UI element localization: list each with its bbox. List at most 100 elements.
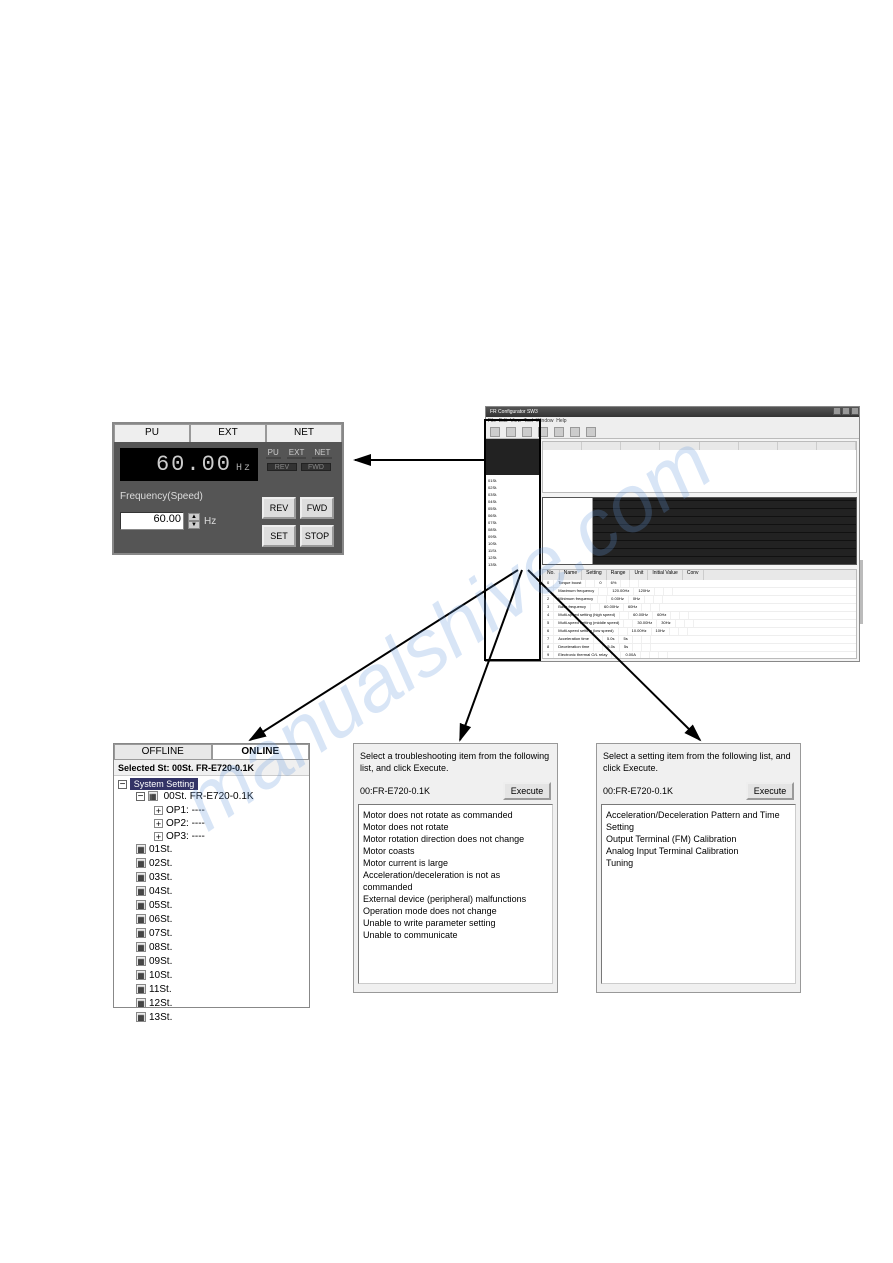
troubleshoot-item[interactable]: Unable to communicate <box>363 929 548 941</box>
selected-station-label: Selected St: 00St. FR-E720-0.1K <box>114 760 309 776</box>
tree-station-item[interactable]: ▦12St. <box>118 997 305 1011</box>
mode-leds: PU EXT NET <box>262 448 336 459</box>
toolbar-icon[interactable] <box>554 427 564 437</box>
station-icon: ▦ <box>136 1012 146 1022</box>
maximize-icon[interactable] <box>842 407 850 415</box>
main-navigation-pane[interactable]: 01St.02St.03St.04St.05St.06St.07St.08St.… <box>486 439 540 661</box>
tab-net[interactable]: NET <box>266 424 342 442</box>
io-monitor-grid[interactable] <box>542 441 857 493</box>
param-row[interactable]: 9Electronic thermal O/L relay0.00A <box>543 652 856 659</box>
tree-station-item[interactable]: ▦01St. <box>118 843 305 857</box>
toolbar-icon[interactable] <box>522 427 532 437</box>
mode-tabs: PU EXT NET <box>114 424 342 442</box>
tree-station-item[interactable]: ▦03St. <box>118 871 305 885</box>
tree-station-item[interactable]: ▦06St. <box>118 913 305 927</box>
parameter-list[interactable]: No.NameSettingRangeUnitInitial ValueConv… <box>542 569 857 659</box>
nav-station-list[interactable]: 01St.02St.03St.04St.05St.06St.07St.08St.… <box>486 475 539 661</box>
wizard-execute-button[interactable]: Execute <box>746 782 794 800</box>
led-fwd: FWD <box>301 463 331 471</box>
tree-station-item[interactable]: ▦02St. <box>118 857 305 871</box>
display-unit: Hz <box>236 463 252 474</box>
wizard-station: 00:FR-E720-0.1K <box>603 786 673 796</box>
window-titlebar: FR Configurator SW3 <box>486 407 859 417</box>
tree-station-item[interactable]: ▦08St. <box>118 941 305 955</box>
expand-icon[interactable]: + <box>154 819 163 828</box>
minimize-icon[interactable] <box>833 407 841 415</box>
troubleshoot-list[interactable]: Motor does not rotate as commandedMotor … <box>358 804 553 984</box>
wizard-item[interactable]: Tuning <box>606 857 791 869</box>
rev-button[interactable]: REV <box>262 497 296 519</box>
tree-option[interactable]: +OP3: ---- <box>118 830 305 843</box>
tree-station-item[interactable]: ▦07St. <box>118 927 305 941</box>
tree-station[interactable]: 00St. FR-E720-0.1K <box>164 791 254 802</box>
set-button[interactable]: SET <box>262 525 296 547</box>
troubleshoot-item[interactable]: Motor does not rotate <box>363 821 548 833</box>
tree-root[interactable]: System Setting <box>130 778 199 790</box>
spin-up-icon[interactable]: ▲ <box>188 513 200 521</box>
tree-station-item[interactable]: ▦11St. <box>118 983 305 997</box>
troubleshoot-item[interactable]: Motor current is large <box>363 857 548 869</box>
troubleshoot-item[interactable]: Motor does not rotate as commanded <box>363 809 548 821</box>
graph-area[interactable] <box>542 497 857 565</box>
expand-icon[interactable]: + <box>154 832 163 841</box>
tab-ext[interactable]: EXT <box>190 424 266 442</box>
wizard-item[interactable]: Acceleration/Deceleration Pattern and Ti… <box>606 809 791 833</box>
fwd-button[interactable]: FWD <box>300 497 334 519</box>
param-row[interactable]: 1Maximum frequency120.00Hz120Hz <box>543 588 856 596</box>
wizard-item[interactable]: Output Terminal (FM) Calibration <box>606 833 791 845</box>
tab-pu[interactable]: PU <box>114 424 190 442</box>
wizard-list[interactable]: Acceleration/Deceleration Pattern and Ti… <box>601 804 796 984</box>
troubleshoot-item[interactable]: Motor coasts <box>363 845 548 857</box>
param-header: Name <box>560 570 582 580</box>
toolbar-icon[interactable] <box>570 427 580 437</box>
spin-down-icon[interactable]: ▼ <box>188 521 200 529</box>
nav-display <box>486 439 539 475</box>
param-header: Conv <box>683 570 704 580</box>
toolbar-icon[interactable] <box>586 427 596 437</box>
freq-spinner[interactable]: ▲ ▼ <box>188 513 200 529</box>
tree-station-item[interactable]: ▦05St. <box>118 899 305 913</box>
troubleshoot-item[interactable]: Unable to write parameter setting <box>363 917 548 929</box>
troubleshoot-execute-button[interactable]: Execute <box>503 782 551 800</box>
param-row[interactable]: 4Multi-speed setting (high speed)60.00Hz… <box>543 612 856 620</box>
station-icon: ▦ <box>136 970 146 980</box>
tree-station-item[interactable]: ▦13St. <box>118 1011 305 1025</box>
param-row[interactable]: 3Base frequency60.00Hz60Hz <box>543 604 856 612</box>
station-icon: ▦ <box>136 844 146 854</box>
collapse-icon[interactable]: − <box>118 780 127 789</box>
toolbar-icon[interactable] <box>538 427 548 437</box>
tree-station-item[interactable]: ▦10St. <box>118 969 305 983</box>
param-row[interactable]: 5Multi-speed setting (middle speed)30.00… <box>543 620 856 628</box>
tab-offline[interactable]: OFFLINE <box>114 744 212 760</box>
toolbar-icon[interactable] <box>490 427 500 437</box>
tree-option[interactable]: +OP2: ---- <box>118 817 305 830</box>
param-row[interactable]: 2Minimum frequency0.00Hz0Hz <box>543 596 856 604</box>
troubleshoot-item[interactable]: Acceleration/deceleration is not as comm… <box>363 869 548 893</box>
param-row[interactable]: 6Multi-speed setting (low speed)10.00Hz1… <box>543 628 856 636</box>
stop-button[interactable]: STOP <box>300 525 334 547</box>
troubleshoot-item[interactable]: External device (peripheral) malfunction… <box>363 893 548 905</box>
param-header: No. <box>543 570 560 580</box>
tree-option[interactable]: +OP1: ---- <box>118 804 305 817</box>
wizard-panel: Select a setting item from the following… <box>596 743 801 993</box>
param-row[interactable]: 0Torque boost06% <box>543 580 856 588</box>
led-pu: PU <box>266 448 281 459</box>
expand-icon[interactable]: + <box>154 806 163 815</box>
troubleshoot-panel: Select a troubleshooting item from the f… <box>353 743 558 993</box>
param-header: Setting <box>582 570 607 580</box>
tree-station-item[interactable]: ▦09St. <box>118 955 305 969</box>
collapse-icon[interactable]: − <box>136 792 145 801</box>
freq-input[interactable]: 60.00 <box>120 512 184 530</box>
toolbar-icon[interactable] <box>506 427 516 437</box>
freq-label: Frequency(Speed) <box>120 491 258 502</box>
wizard-item[interactable]: Analog Input Terminal Calibration <box>606 845 791 857</box>
param-row[interactable]: 7Acceleration time5.0s5s <box>543 636 856 644</box>
troubleshoot-item[interactable]: Operation mode does not change <box>363 905 548 917</box>
tree-station-item[interactable]: ▦04St. <box>118 885 305 899</box>
troubleshoot-item[interactable]: Motor rotation direction does not change <box>363 833 548 845</box>
close-icon[interactable] <box>851 407 859 415</box>
tab-online[interactable]: ONLINE <box>212 744 310 760</box>
system-tree-panel: OFFLINE ONLINE Selected St: 00St. FR-E72… <box>113 743 310 1008</box>
param-row[interactable]: 8Deceleration time5.0s5s <box>543 644 856 652</box>
menubar[interactable]: File Edit View Tool Window Help <box>486 417 859 425</box>
